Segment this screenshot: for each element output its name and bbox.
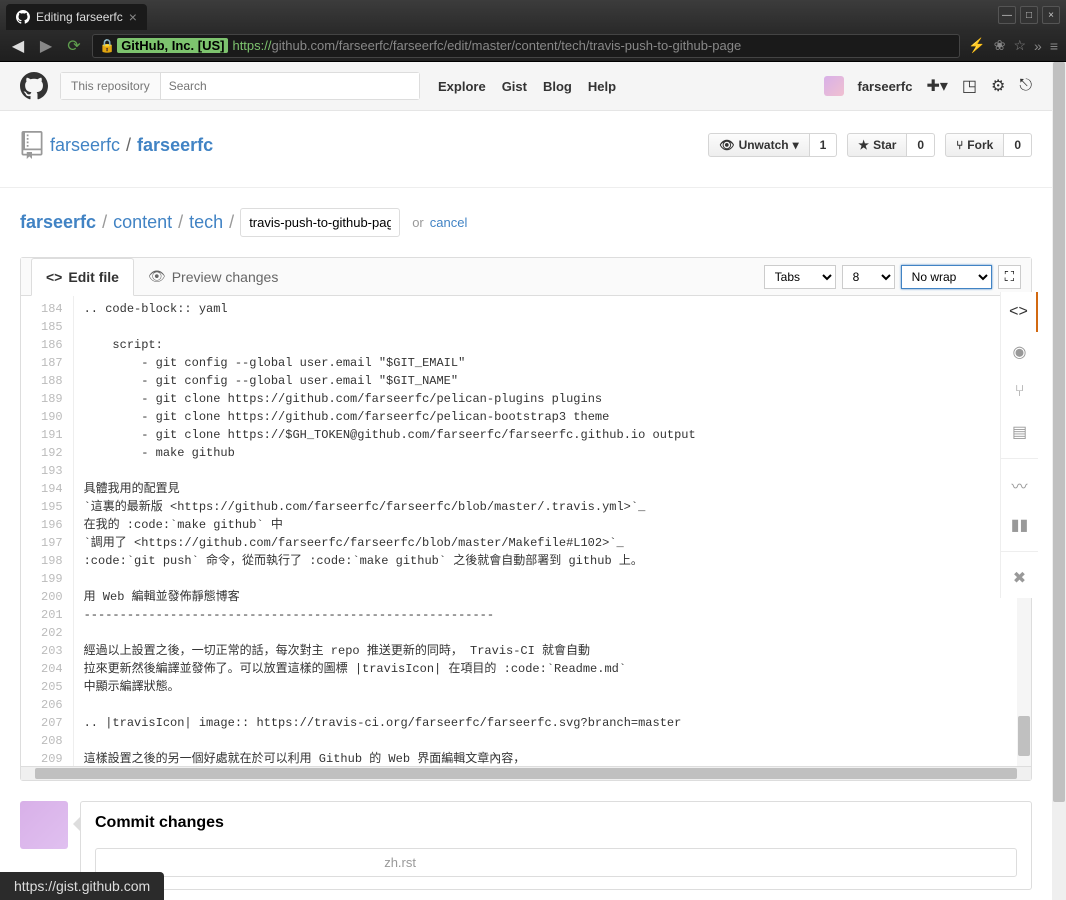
fork-button[interactable]: ⑂Fork <box>945 133 1004 157</box>
sidebar-graphs-icon[interactable]: ▮▮ <box>1001 505 1038 545</box>
primary-nav: Explore Gist Blog Help <box>438 79 616 94</box>
code-editor[interactable]: 1841851861871881891901911921931941951961… <box>21 296 1031 766</box>
maximize-button[interactable]: □ <box>1020 6 1038 24</box>
commit-box: Commit changes <box>20 801 1032 890</box>
fullscreen-button[interactable]: ⛶ <box>998 265 1021 289</box>
browser-tab[interactable]: Editing farseerfc × <box>6 4 147 30</box>
unwatch-button[interactable]: 👁Unwatch ▾ <box>708 133 809 157</box>
settings-icon[interactable]: ⚙ <box>991 76 1005 96</box>
nav-gist[interactable]: Gist <box>502 79 527 94</box>
star-button[interactable]: ★Star <box>847 133 907 157</box>
editor-vscroll-thumb[interactable] <box>1018 716 1030 756</box>
separator: / <box>126 135 131 156</box>
search-wrap: This repository <box>60 72 420 100</box>
repo-icon <box>20 131 44 159</box>
editor-tabs: <> Edit file 👁 Preview changes Tabs 8 No… <box>21 258 1031 296</box>
sidebar-issues-icon[interactable]: ◉ <box>1001 332 1038 372</box>
breadcrumb-content[interactable]: content <box>113 212 172 233</box>
commit-form: Commit changes <box>80 801 1032 890</box>
search-input[interactable] <box>161 73 419 99</box>
breadcrumb-root[interactable]: farseerfc <box>20 212 96 233</box>
indent-size-select[interactable]: 8 <box>842 265 895 289</box>
page-scrollbar-thumb[interactable] <box>1053 62 1065 802</box>
editor-hscroll-thumb[interactable] <box>35 768 1017 779</box>
menu-icon[interactable]: ≡ <box>1050 38 1058 54</box>
browser-titlebar: Editing farseerfc × — □ × <box>0 0 1066 30</box>
sign-out-icon[interactable]: ⎋ <box>1019 77 1032 95</box>
address-bar[interactable]: 🔒 GitHub, Inc. [US] https://github.com/f… <box>92 34 960 58</box>
sidebar-wiki-icon[interactable]: ▤ <box>1001 412 1038 452</box>
overflow-icon[interactable]: » <box>1034 38 1042 54</box>
commit-summary-input[interactable] <box>95 848 1017 877</box>
page-content: This repository Explore Gist Blog Help f… <box>0 62 1052 900</box>
repo-name: farseerfc / farseerfc <box>20 131 213 159</box>
code-icon: <> <box>46 269 62 285</box>
flash-icon[interactable]: ⚡ <box>968 37 985 54</box>
eye-icon: 👁 <box>719 138 734 152</box>
avatar[interactable] <box>824 76 844 96</box>
code-lines[interactable]: .. code-block:: yaml script: - git confi… <box>74 296 1031 766</box>
status-bar: https://gist.github.com <box>0 872 164 900</box>
tab-preview-changes[interactable]: 👁 Preview changes <box>134 258 292 295</box>
page-scrollbar[interactable] <box>1052 62 1066 900</box>
ssl-org: GitHub, Inc. [US] <box>117 38 228 53</box>
fork-icon: ⑂ <box>956 138 963 152</box>
fork-count[interactable]: 0 <box>1004 133 1032 157</box>
github-header: This repository Explore Gist Blog Help f… <box>0 62 1052 111</box>
search-scope[interactable]: This repository <box>61 73 161 99</box>
sidebar-pulse-icon[interactable]: 〰 <box>1001 465 1038 505</box>
repo-actions: 👁Unwatch ▾ 1 ★Star 0 ⑂Fork 0 <box>708 133 1032 157</box>
or-text: or <box>412 215 424 230</box>
extension-icon[interactable]: ❀ <box>994 37 1006 54</box>
browser-toolbar: ◀ ▶ ⟳ 🔒 GitHub, Inc. [US] https://github… <box>0 30 1066 62</box>
username[interactable]: farseerfc <box>858 79 913 94</box>
nav-explore[interactable]: Explore <box>438 79 486 94</box>
editor-controls: Tabs 8 No wrap ⛶ <box>764 265 1021 289</box>
github-logo[interactable] <box>20 72 48 100</box>
browser-tab-title: Editing farseerfc <box>36 10 123 24</box>
nav-help[interactable]: Help <box>588 79 616 94</box>
url-text: https://github.com/farseerfc/farseerfc/e… <box>232 38 741 53</box>
user-menu: farseerfc ✚▾ ◳ ⚙ ⎋ <box>824 76 1033 96</box>
github-favicon <box>16 10 30 24</box>
cancel-link[interactable]: cancel <box>430 215 468 230</box>
commit-avatar <box>20 801 68 849</box>
wrap-mode-select[interactable]: No wrap <box>901 265 992 289</box>
back-button[interactable]: ◀ <box>8 36 28 56</box>
close-tab-icon[interactable]: × <box>129 9 137 25</box>
tab-edit-file[interactable]: <> Edit file <box>31 258 134 296</box>
filename-input[interactable] <box>240 208 400 237</box>
star-count[interactable]: 0 <box>907 133 935 157</box>
breadcrumb-tech[interactable]: tech <box>189 212 223 233</box>
create-new-icon[interactable]: ✚▾ <box>926 76 947 96</box>
window-controls: — □ × <box>998 6 1060 24</box>
notifications-icon[interactable]: ◳ <box>962 76 977 96</box>
lock-icon: 🔒 <box>99 38 115 54</box>
breadcrumb: farseerfc / content / tech / or cancel <box>0 188 1052 257</box>
line-gutter: 1841851861871881891901911921931941951961… <box>21 296 74 766</box>
repo-head: farseerfc / farseerfc 👁Unwatch ▾ 1 ★Star… <box>0 111 1052 188</box>
editor-hscroll[interactable] <box>21 766 1031 780</box>
bookmark-icon[interactable]: ☆ <box>1013 37 1026 54</box>
sidebar-settings-icon[interactable]: ✖ <box>1001 558 1038 598</box>
ssl-indicator: 🔒 GitHub, Inc. [US] <box>99 38 228 54</box>
sidebar-code-icon[interactable]: <> <box>1001 292 1038 332</box>
close-window-button[interactable]: × <box>1042 6 1060 24</box>
forward-button[interactable]: ▶ <box>36 36 56 56</box>
commit-heading: Commit changes <box>95 814 1017 832</box>
indent-mode-select[interactable]: Tabs <box>764 265 836 289</box>
star-icon: ★ <box>858 138 869 152</box>
sidebar-pr-icon[interactable]: ⑂ <box>1001 372 1038 412</box>
refresh-button[interactable]: ⟳ <box>64 36 84 56</box>
eye-icon: 👁 <box>148 268 166 285</box>
repo-owner-link[interactable]: farseerfc <box>50 135 120 156</box>
watch-count[interactable]: 1 <box>810 133 838 157</box>
editor-container: <> Edit file 👁 Preview changes Tabs 8 No… <box>20 257 1032 781</box>
nav-blog[interactable]: Blog <box>543 79 572 94</box>
right-sidebar: <> ◉ ⑂ ▤ 〰 ▮▮ ✖ <box>1000 292 1038 598</box>
minimize-button[interactable]: — <box>998 6 1016 24</box>
repo-name-link[interactable]: farseerfc <box>137 135 213 156</box>
